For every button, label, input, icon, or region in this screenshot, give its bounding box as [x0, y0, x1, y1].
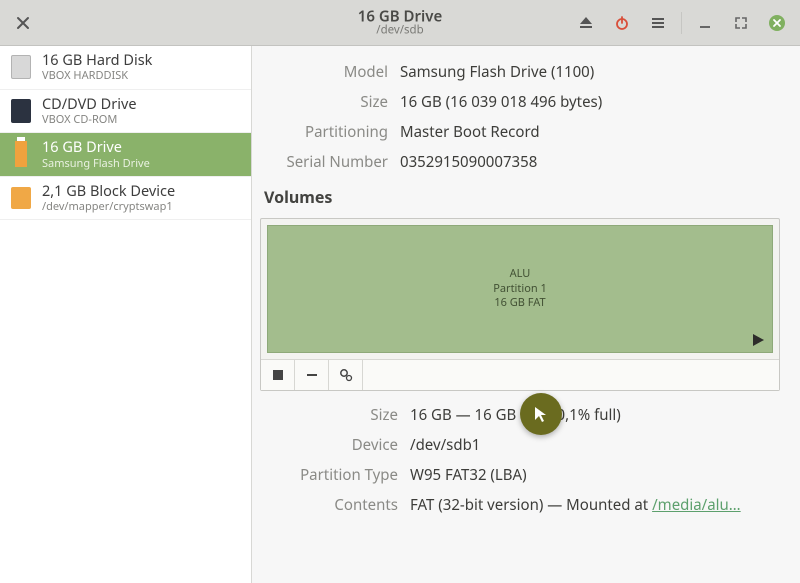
volume-box: ALU Partition 1 16 GB FAT — [260, 218, 780, 391]
device-sidebar: 16 GB Hard Disk VBOX HARDDISK CD/DVD Dri… — [0, 46, 252, 583]
volume-toolbar — [261, 359, 779, 390]
sidebar-item-optical[interactable]: CD/DVD Drive VBOX CD-ROM — [0, 90, 251, 134]
sidebar-item-label: 16 GB Drive — [42, 139, 150, 156]
maximize-button[interactable] — [728, 10, 754, 36]
volumes-heading: Volumes — [264, 186, 780, 208]
sidebar-item-sublabel: VBOX HARDDISK — [42, 69, 152, 82]
partition-settings-button[interactable] — [329, 360, 363, 390]
titlebar: 16 GB Drive /dev/sdb — [0, 0, 800, 46]
power-button[interactable] — [609, 10, 635, 36]
part-size-label: Size — [268, 405, 398, 425]
partitioning-value: Master Boot Record — [400, 122, 780, 142]
part-size-value: 16 GB — 16 GB free (0,1% full) — [410, 405, 780, 425]
titlebar-separator — [681, 12, 682, 34]
unmount-button[interactable] — [261, 360, 295, 390]
menu-button[interactable] — [645, 10, 671, 36]
part-contents-label: Contents — [268, 495, 398, 515]
window-close-button[interactable] — [764, 10, 790, 36]
sidebar-item-sublabel: VBOX CD-ROM — [42, 113, 137, 126]
part-contents-value: FAT (32-bit version) — Mounted at /media… — [410, 495, 780, 515]
part-type-value: W95 FAT32 (LBA) — [410, 465, 780, 485]
part-type-label: Partition Type — [268, 465, 398, 485]
partitioning-label: Partitioning — [268, 122, 388, 142]
drive-info: Model Samsung Flash Drive (1100) Size 16… — [268, 62, 780, 172]
sidebar-item-block-device[interactable]: 2,1 GB Block Device /dev/mapper/cryptswa… — [0, 177, 251, 221]
model-label: Model — [268, 62, 388, 82]
usb-icon — [10, 141, 32, 167]
close-button[interactable] — [10, 10, 36, 36]
size-value: 16 GB (16 039 018 496 bytes) — [400, 92, 780, 112]
partition-line2: Partition 1 — [493, 281, 547, 296]
main-panel: Model Samsung Flash Drive (1100) Size 16… — [252, 46, 800, 583]
partition-line3: 16 GB FAT — [494, 295, 545, 310]
size-label: Size — [268, 92, 388, 112]
delete-partition-button[interactable] — [295, 360, 329, 390]
harddisk-icon — [10, 54, 32, 80]
window-subtitle: /dev/sdb — [358, 24, 442, 37]
sidebar-item-label: 2,1 GB Block Device — [42, 183, 175, 200]
sidebar-item-usb-drive[interactable]: 16 GB Drive Samsung Flash Drive — [0, 133, 251, 177]
mount-play-icon[interactable] — [750, 332, 766, 348]
sidebar-item-sublabel: /dev/mapper/cryptswap1 — [42, 200, 175, 213]
sidebar-item-label: CD/DVD Drive — [42, 96, 137, 113]
part-device-value: /dev/sdb1 — [410, 435, 780, 455]
serial-value: 0352915090007358 — [400, 152, 780, 172]
block-device-icon — [10, 185, 32, 211]
part-device-label: Device — [268, 435, 398, 455]
serial-label: Serial Number — [268, 152, 388, 172]
sidebar-item-label: 16 GB Hard Disk — [42, 52, 152, 69]
model-value: Samsung Flash Drive (1100) — [400, 62, 780, 82]
sidebar-item-sublabel: Samsung Flash Drive — [42, 157, 150, 170]
cursor-indicator — [520, 393, 562, 435]
partition-title: ALU — [510, 266, 531, 281]
optical-icon — [10, 98, 32, 124]
mount-point-link[interactable]: /media/alu… — [652, 495, 741, 515]
sidebar-item-harddisk[interactable]: 16 GB Hard Disk VBOX HARDDISK — [0, 46, 251, 90]
contents-text: FAT (32-bit version) — Mounted at — [410, 495, 652, 515]
volume-partition[interactable]: ALU Partition 1 16 GB FAT — [267, 225, 773, 353]
minimize-button[interactable] — [692, 10, 718, 36]
eject-button[interactable] — [573, 10, 599, 36]
